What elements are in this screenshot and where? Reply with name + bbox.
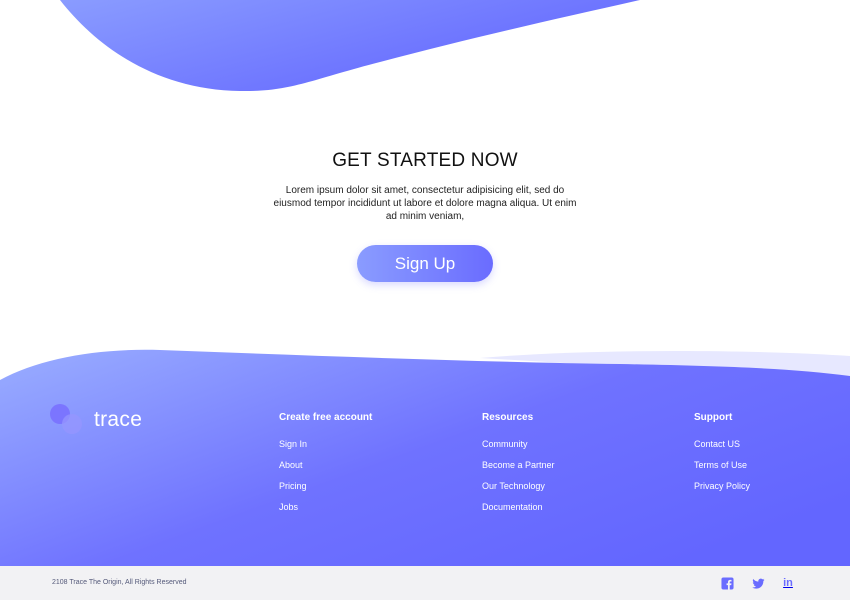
footer-link-pricing[interactable]: Pricing [279,481,372,491]
facebook-icon[interactable] [720,576,734,590]
copyright-text: 2108 Trace The Origin, All Rights Reserv… [52,579,187,586]
footer-column-account: Create free account Sign In About Pricin… [279,412,372,523]
footer-link-privacy[interactable]: Privacy Policy [694,481,750,491]
footer-link-sign-in[interactable]: Sign In [279,439,372,449]
get-started-section: GET STARTED NOW Lorem ipsum dolor sit am… [0,150,850,282]
sign-up-button[interactable]: Sign Up [357,245,493,282]
linkedin-label: in [783,577,793,589]
footer-link-contact[interactable]: Contact US [694,439,750,449]
cta-title: GET STARTED NOW [332,150,518,171]
linkedin-icon[interactable]: in [781,576,795,590]
bottom-bar: 2108 Trace The Origin, All Rights Reserv… [0,566,850,600]
footer-link-about[interactable]: About [279,460,372,470]
column-title: Resources [482,412,534,423]
brand-logo[interactable]: trace [50,404,142,436]
footer-link-terms[interactable]: Terms of Use [694,460,750,470]
brand-name: trace [94,408,143,431]
footer-column-resources: Resources Community Become a Partner Our… [482,412,555,523]
cta-description: Lorem ipsum dolor sit amet, consectetur … [273,185,577,222]
footer-column-support: Support Contact US Terms of Use Privacy … [694,412,750,502]
footer-link-technology[interactable]: Our Technology [482,481,555,491]
footer-link-jobs[interactable]: Jobs [279,502,372,512]
column-title: Support [694,412,733,423]
footer-link-partner[interactable]: Become a Partner [482,460,555,470]
footer-link-community[interactable]: Community [482,439,555,449]
top-wave-decoration [60,0,640,92]
twitter-icon[interactable] [751,576,765,590]
footer-link-documentation[interactable]: Documentation [482,502,555,512]
footer: trace Create free account Sign In About … [0,340,850,566]
column-title: Create free account [279,412,373,423]
logo-mark-icon [50,404,84,436]
